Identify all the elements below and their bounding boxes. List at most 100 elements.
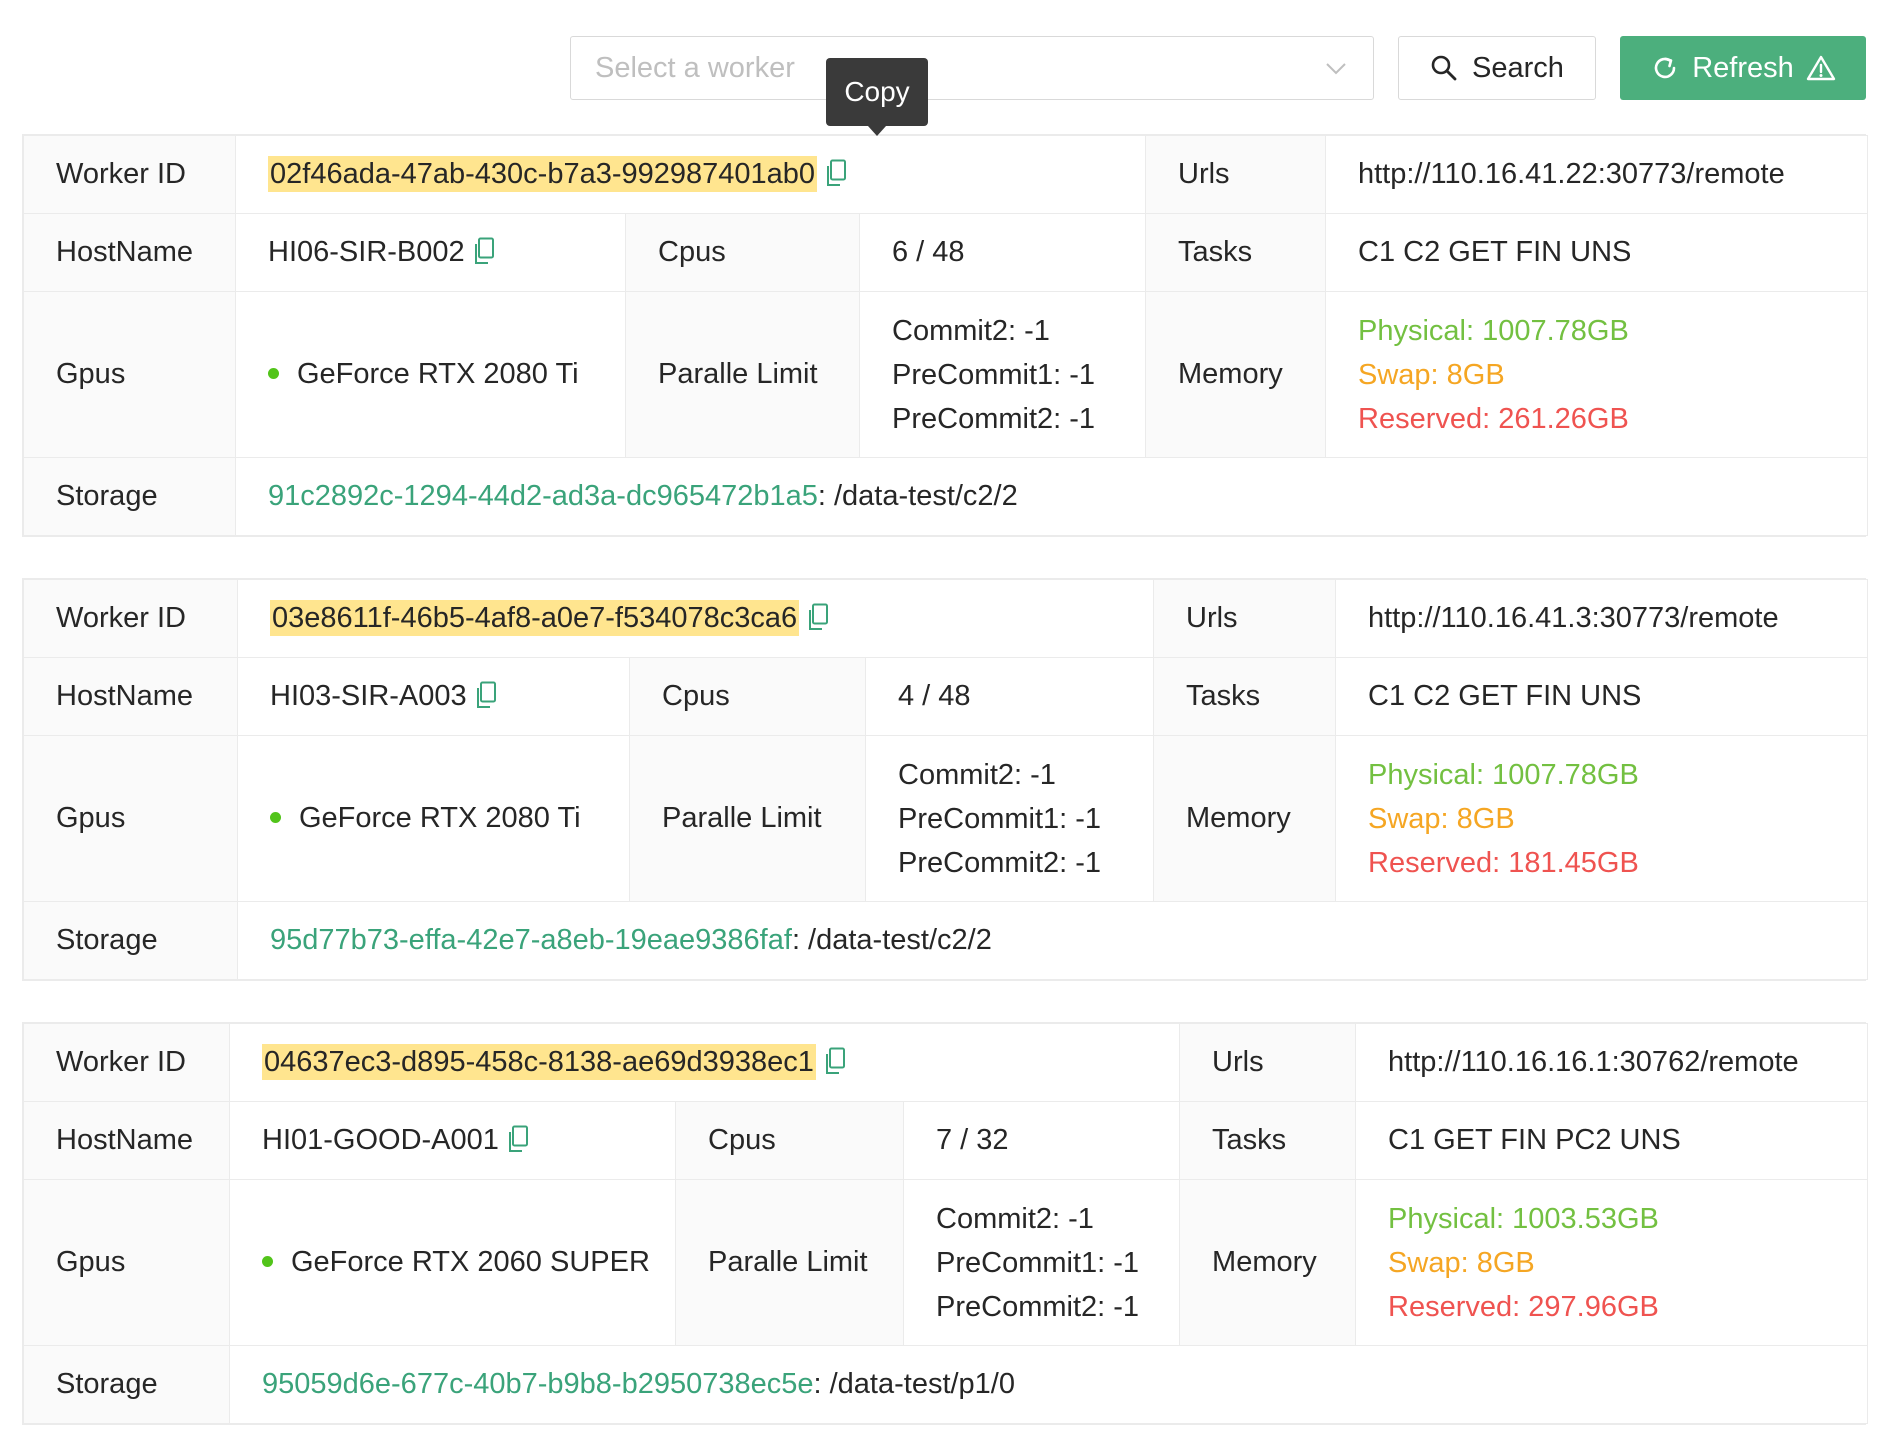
- memory-values: Physical: 1007.78GB Swap: 8GB Reserved: …: [1325, 291, 1868, 458]
- paralle-limit-values: Commit2: -1 PreCommit1: -1 PreCommit2: -…: [865, 735, 1154, 902]
- cpus-value: 6 / 48: [859, 213, 1146, 292]
- storage-cell: 95d77b73-effa-42e7-a8eb-19eae9386faf: /d…: [237, 901, 1868, 980]
- storage-path: : /data-test/c2/2: [791, 924, 992, 956]
- memory-reserved: Reserved: 261.26GB: [1358, 402, 1629, 435]
- worker-id-cell: 02f46ada-47ab-430c-b7a3-992987401ab0: [235, 135, 1146, 214]
- tasks-label: Tasks: [1179, 1101, 1357, 1180]
- storage-cell: 95059d6e-677c-40b7-b9b8-b2950738ec5e: /d…: [228, 1345, 1869, 1424]
- chevron-down-icon: [1326, 63, 1346, 75]
- search-button-label: Search: [1472, 51, 1564, 84]
- memory-physical: Physical: 1007.78GB: [1358, 314, 1629, 347]
- copy-icon[interactable]: [825, 159, 847, 187]
- search-button[interactable]: Search: [1398, 36, 1596, 100]
- worker-id-label: Worker ID: [23, 579, 238, 658]
- limit-commit2: Commit2: -1: [892, 314, 1050, 347]
- cpus-label: Cpus: [675, 1101, 904, 1180]
- copy-tooltip-text: Copy: [844, 76, 910, 107]
- paralle-limit-label: Paralle Limit: [625, 291, 860, 458]
- worker-id-cell: 03e8611f-46b5-4af8-a0e7-f534078c3ca6: [237, 579, 1154, 658]
- worker-select[interactable]: Select a worker: [570, 36, 1374, 100]
- limit-precommit2: PreCommit2: -1: [892, 402, 1096, 435]
- memory-reserved: Reserved: 297.96GB: [1388, 1290, 1659, 1323]
- copy-tooltip: Copy: [826, 58, 928, 136]
- refresh-icon: [1654, 57, 1676, 79]
- storage-label: Storage: [23, 1345, 230, 1424]
- memory-reserved: Reserved: 181.45GB: [1368, 846, 1639, 879]
- worker-id-value: 02f46ada-47ab-430c-b7a3-992987401ab0: [268, 156, 818, 192]
- gpu-cell: GeForce RTX 2060 SUPER: [229, 1179, 676, 1346]
- gpu-value: GeForce RTX 2080 Ti: [297, 358, 579, 390]
- memory-values: Physical: 1003.53GB Swap: 8GB Reserved: …: [1355, 1179, 1869, 1346]
- storage-id-link[interactable]: 95d77b73-effa-42e7-a8eb-19eae9386faf: [270, 924, 792, 956]
- hostname-label: HostName: [23, 1101, 230, 1180]
- refresh-button[interactable]: Refresh: [1620, 36, 1866, 100]
- gpus-label: Gpus: [23, 291, 236, 458]
- worker-card: Worker ID 03e8611f-46b5-4af8-a0e7-f53407…: [22, 578, 1868, 981]
- memory-swap: Swap: 8GB: [1368, 802, 1515, 835]
- gpu-status-dot: [268, 368, 279, 379]
- urls-label: Urls: [1153, 579, 1336, 658]
- gpu-cell: GeForce RTX 2080 Ti: [237, 735, 630, 902]
- worker-id-label: Worker ID: [23, 1023, 230, 1102]
- tasks-label: Tasks: [1153, 657, 1336, 736]
- gpu-value: GeForce RTX 2080 Ti: [299, 802, 581, 834]
- limit-commit2: Commit2: -1: [936, 1202, 1094, 1235]
- paralle-limit-label: Paralle Limit: [675, 1179, 904, 1346]
- paralle-limit-values: Commit2: -1 PreCommit1: -1 PreCommit2: -…: [902, 1179, 1181, 1346]
- limit-precommit1: PreCommit1: -1: [936, 1246, 1140, 1279]
- memory-values: Physical: 1007.78GB Swap: 8GB Reserved: …: [1335, 735, 1868, 902]
- gpu-status-dot: [262, 1256, 273, 1267]
- copy-icon[interactable]: [473, 237, 495, 265]
- memory-label: Memory: [1153, 735, 1336, 902]
- storage-label: Storage: [23, 901, 238, 980]
- worker-id-cell: 04637ec3-d895-458c-8138-ae69d3938ec1: [228, 1023, 1181, 1102]
- hostname-cell: HI01-GOOD-A001: [229, 1101, 676, 1180]
- refresh-button-label: Refresh: [1692, 51, 1794, 84]
- limit-precommit2: PreCommit2: -1: [936, 1290, 1140, 1323]
- gpu-cell: GeForce RTX 2080 Ti: [235, 291, 626, 458]
- storage-cell: 91c2892c-1294-44d2-ad3a-dc965472b1a5: /d…: [235, 457, 1868, 536]
- warning-icon: [1806, 55, 1835, 81]
- cpus-label: Cpus: [625, 213, 860, 292]
- limit-precommit2: PreCommit2: -1: [898, 846, 1102, 879]
- storage-id-link[interactable]: 95059d6e-677c-40b7-b9b8-b2950738ec5e: [262, 1368, 813, 1400]
- copy-icon[interactable]: [824, 1047, 846, 1075]
- gpu-value: GeForce RTX 2060 SUPER: [291, 1246, 650, 1278]
- hostname-value: HI03-SIR-A003: [270, 680, 467, 712]
- tasks-label: Tasks: [1145, 213, 1326, 292]
- worker-id-label: Worker ID: [23, 135, 236, 214]
- worker-card: Worker ID 04637ec3-d895-458c-8138-ae69d3…: [22, 1022, 1869, 1425]
- hostname-value: HI01-GOOD-A001: [262, 1124, 499, 1156]
- hostname-cell: HI06-SIR-B002: [235, 213, 626, 292]
- cpus-label: Cpus: [629, 657, 866, 736]
- url-value: http://110.16.41.22:30773/remote: [1325, 135, 1868, 214]
- memory-label: Memory: [1145, 291, 1326, 458]
- memory-physical: Physical: 1003.53GB: [1388, 1202, 1659, 1235]
- worker-select-placeholder: Select a worker: [595, 52, 795, 84]
- paralle-limit-label: Paralle Limit: [629, 735, 866, 902]
- gpus-label: Gpus: [23, 1179, 230, 1346]
- worker-id-value: 04637ec3-d895-458c-8138-ae69d3938ec1: [262, 1044, 816, 1080]
- worker-card: Worker ID 02f46ada-47ab-430c-b7a3-992987…: [22, 134, 1868, 537]
- tasks-value: C1 C2 GET FIN UNS: [1335, 657, 1868, 736]
- worker-id-value: 03e8611f-46b5-4af8-a0e7-f534078c3ca6: [270, 600, 800, 636]
- hostname-label: HostName: [23, 657, 238, 736]
- storage-id-link[interactable]: 91c2892c-1294-44d2-ad3a-dc965472b1a5: [268, 480, 818, 512]
- memory-label: Memory: [1179, 1179, 1357, 1346]
- gpus-label: Gpus: [23, 735, 238, 902]
- storage-label: Storage: [23, 457, 236, 536]
- hostname-value: HI06-SIR-B002: [268, 236, 465, 268]
- paralle-limit-values: Commit2: -1 PreCommit1: -1 PreCommit2: -…: [859, 291, 1146, 458]
- cpus-value: 7 / 32: [902, 1101, 1181, 1180]
- limit-precommit1: PreCommit1: -1: [892, 358, 1096, 391]
- toolbar: Select a worker Search Refresh: [0, 36, 1888, 100]
- copy-icon[interactable]: [507, 1125, 529, 1153]
- limit-precommit1: PreCommit1: -1: [898, 802, 1102, 835]
- storage-path: : /data-test/p1/0: [813, 1368, 1015, 1400]
- copy-icon[interactable]: [475, 681, 497, 709]
- urls-label: Urls: [1145, 135, 1326, 214]
- copy-icon[interactable]: [807, 603, 829, 631]
- memory-swap: Swap: 8GB: [1358, 358, 1505, 391]
- hostname-label: HostName: [23, 213, 236, 292]
- cpus-value: 4 / 48: [865, 657, 1154, 736]
